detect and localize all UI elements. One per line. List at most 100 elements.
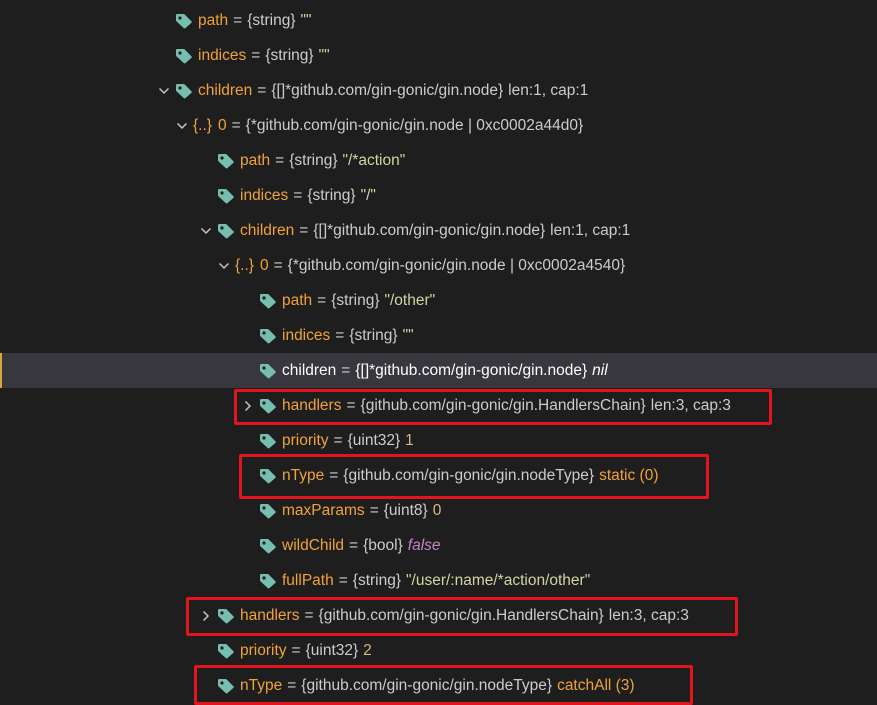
tree-row-children-2[interactable]: children = {[]*github.com/gin-gonic/gin.no… bbox=[0, 73, 877, 108]
variable-type: {string} bbox=[289, 152, 338, 169]
tree-row-children-6[interactable]: children = {[]*github.com/gin-gonic/gin.no… bbox=[0, 213, 877, 248]
equals-sign: = bbox=[251, 47, 261, 64]
variable-type: {[]*github.com/gin-gonic/gin.node} bbox=[355, 362, 588, 379]
tree-row-maxParams-14[interactable]: maxParams = {uint8} 0 bbox=[0, 493, 877, 528]
equals-sign: = bbox=[291, 642, 301, 659]
variable-name: handlers bbox=[282, 397, 342, 414]
tree-row-handlers-17[interactable]: handlers = {github.com/gin-gonic/gin.Handl… bbox=[0, 598, 877, 633]
equals-sign: = bbox=[273, 257, 283, 274]
tag-icon bbox=[217, 678, 235, 694]
tree-row-path-8[interactable]: path = {string} "/other" bbox=[0, 283, 877, 318]
equals-sign: = bbox=[335, 327, 345, 344]
variable-name: children bbox=[198, 82, 253, 99]
tag-icon bbox=[259, 398, 277, 414]
tree-row-priority-12[interactable]: priority = {uint32} 1 bbox=[0, 423, 877, 458]
tree-row-handlers-11[interactable]: handlers = {github.com/gin-gonic/gin.Handl… bbox=[0, 388, 877, 423]
variable-type: {github.com/gin-gonic/gin.nodeType} bbox=[301, 677, 553, 694]
equals-sign: = bbox=[304, 607, 314, 624]
variable-value: 0 bbox=[432, 502, 442, 519]
tree-row--7[interactable]: {..} 0 = {*github.com/gin-gonic/gin.node | … bbox=[0, 248, 877, 283]
equals-sign: = bbox=[293, 187, 303, 204]
equals-sign: = bbox=[369, 502, 379, 519]
variable-type: {string} bbox=[331, 292, 380, 309]
variable-index: 0 bbox=[259, 257, 269, 274]
variable-name: indices bbox=[282, 327, 331, 344]
variable-name: path bbox=[282, 292, 313, 309]
tree-row-path-4[interactable]: path = {string} "/*action" bbox=[0, 143, 877, 178]
variable-value: "/other" bbox=[384, 292, 436, 309]
equals-sign: = bbox=[233, 12, 243, 29]
variable-type: {string} bbox=[265, 47, 314, 64]
variable-name: nType bbox=[240, 677, 283, 694]
variable-value: len:3, cap:3 bbox=[650, 397, 731, 414]
variable-name: indices bbox=[240, 187, 289, 204]
tag-icon bbox=[217, 608, 235, 624]
tree-row-path-0[interactable]: path = {string} "" bbox=[0, 3, 877, 38]
equals-sign: = bbox=[341, 362, 351, 379]
variable-type: {string} bbox=[307, 187, 356, 204]
variable-value: 1 bbox=[405, 432, 414, 449]
tag-icon bbox=[259, 363, 277, 379]
chevron-right-icon[interactable] bbox=[241, 399, 259, 413]
equals-sign: = bbox=[231, 117, 241, 134]
variable-type: {uint32} bbox=[347, 432, 401, 449]
variable-type: {string} bbox=[349, 327, 398, 344]
tree-row-children-10[interactable]: children = {[]*github.com/gin-gonic/gin.no… bbox=[0, 353, 877, 388]
equals-sign: = bbox=[257, 82, 267, 99]
chevron-down-icon[interactable] bbox=[217, 259, 235, 273]
variable-name: priority bbox=[240, 642, 287, 659]
variable-name: priority bbox=[282, 432, 329, 449]
tree-row-wildChild-15[interactable]: wildChild = {bool} false bbox=[0, 528, 877, 563]
variable-type: {*github.com/gin-gonic/gin.node | 0xc000… bbox=[287, 257, 626, 274]
variable-type: {uint32} bbox=[305, 642, 359, 659]
variable-name: wildChild bbox=[282, 537, 345, 554]
variable-value: "/*action" bbox=[342, 152, 406, 169]
tag-icon bbox=[217, 643, 235, 659]
variable-name: path bbox=[198, 12, 229, 29]
equals-sign: = bbox=[338, 572, 348, 589]
variable-value: "/user/:name/*action/other" bbox=[406, 572, 591, 589]
variable-type: {github.com/gin-gonic/gin.nodeType} bbox=[343, 467, 595, 484]
tree-row-indices-5[interactable]: indices = {string} "/" bbox=[0, 178, 877, 213]
variable-type: {string} bbox=[352, 572, 402, 589]
variable-type: {bool} bbox=[363, 537, 403, 554]
chevron-down-icon[interactable] bbox=[199, 224, 217, 238]
variable-index: 0 bbox=[217, 117, 227, 134]
tag-icon bbox=[259, 328, 277, 344]
tag-icon bbox=[259, 293, 277, 309]
variable-type: {[]*github.com/gin-gonic/gin.node} bbox=[271, 82, 504, 99]
tree-row-indices-1[interactable]: indices = {string} "" bbox=[0, 38, 877, 73]
tree-row-indices-9[interactable]: indices = {string} "" bbox=[0, 318, 877, 353]
variable-value: len:1, cap:1 bbox=[508, 82, 589, 99]
variable-value: false bbox=[407, 537, 441, 554]
variable-value: "" bbox=[300, 12, 312, 29]
chevron-down-icon[interactable] bbox=[175, 119, 193, 133]
tree-row-priority-18[interactable]: priority = {uint32} 2 bbox=[0, 633, 877, 668]
variable-value: catchAll (3) bbox=[557, 677, 635, 694]
variable-type: {[]*github.com/gin-gonic/gin.node} bbox=[313, 222, 546, 239]
variable-type: {github.com/gin-gonic/gin.HandlersChain} bbox=[360, 397, 646, 414]
tag-icon bbox=[259, 573, 277, 589]
tag-icon bbox=[175, 13, 193, 29]
object-icon: {..} bbox=[235, 257, 254, 274]
variable-value: static (0) bbox=[599, 467, 659, 484]
object-icon: {..} bbox=[193, 117, 212, 134]
tree-row-fullPath-16[interactable]: fullPath = {string} "/user/:name/*action/ot… bbox=[0, 563, 877, 598]
equals-sign: = bbox=[275, 152, 285, 169]
equals-sign: = bbox=[317, 292, 327, 309]
tree-row-nType-19[interactable]: nType = {github.com/gin-gonic/gin.nodeType… bbox=[0, 668, 877, 703]
variable-value: nil bbox=[592, 362, 608, 379]
chevron-down-icon[interactable] bbox=[157, 84, 175, 98]
variable-value: "" bbox=[402, 327, 414, 344]
variable-value: 2 bbox=[363, 642, 372, 659]
equals-sign: = bbox=[333, 432, 343, 449]
variable-value: len:3, cap:3 bbox=[608, 607, 689, 624]
tag-icon bbox=[175, 83, 193, 99]
tag-icon bbox=[217, 153, 235, 169]
tree-row--3[interactable]: {..} 0 = {*github.com/gin-gonic/gin.node | … bbox=[0, 108, 877, 143]
tree-row-nType-13[interactable]: nType = {github.com/gin-gonic/gin.nodeType… bbox=[0, 458, 877, 493]
variable-name: nType bbox=[282, 467, 325, 484]
equals-sign: = bbox=[287, 677, 297, 694]
chevron-right-icon[interactable] bbox=[199, 609, 217, 623]
equals-sign: = bbox=[349, 537, 359, 554]
